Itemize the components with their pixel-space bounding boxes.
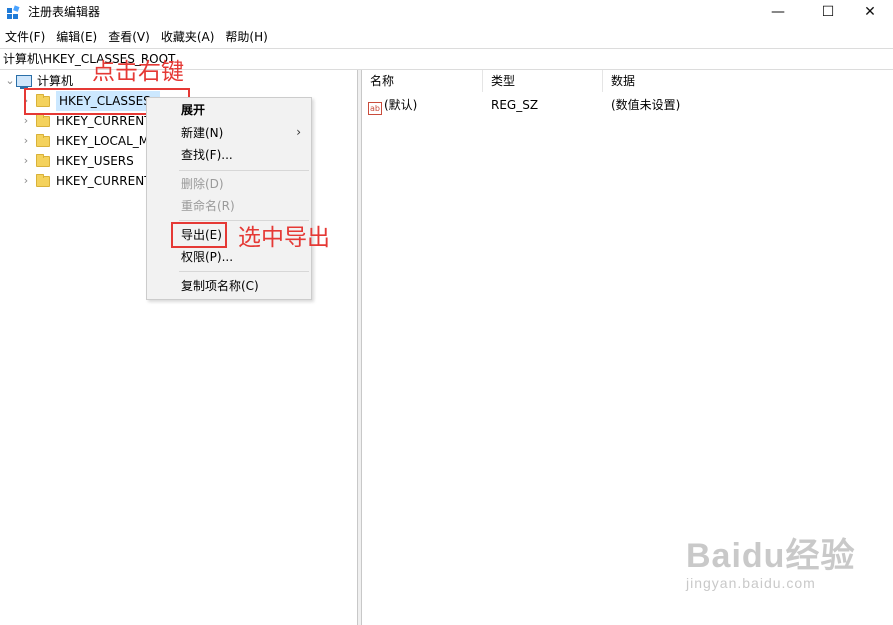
context-menu-new[interactable]: 新建(N) <box>181 125 306 141</box>
baidu-jingyan-watermark: Baidu经验 jingyan.baidu.com <box>686 528 855 591</box>
menu-file[interactable]: 文件(F) <box>0 27 51 47</box>
chevron-down-icon[interactable]: ⌄ <box>4 71 16 91</box>
value-name-cell: ab (默认) <box>362 95 483 115</box>
tree-item-hku[interactable]: › HKEY_USERS <box>20 151 134 171</box>
folder-icon <box>36 113 50 127</box>
annotation-right-click: 点击右键 <box>92 59 184 85</box>
chevron-right-icon[interactable]: › <box>20 131 32 151</box>
close-button[interactable]: ✕ <box>847 0 893 24</box>
minimize-button[interactable]: — <box>755 0 801 24</box>
menu-edit[interactable]: 编辑(E) <box>51 27 103 47</box>
chevron-right-icon[interactable]: › <box>20 171 32 191</box>
watermark-url: jingyan.baidu.com <box>686 575 816 591</box>
context-menu-rename: 重命名(R) <box>181 199 235 213</box>
tree-item-label: HKEY_LOCAL_M <box>56 134 150 148</box>
context-menu-new-label: 新建(N) <box>181 126 224 140</box>
menu-divider <box>179 220 309 221</box>
context-menu-find[interactable]: 查找(F)... <box>181 147 233 163</box>
list-item[interactable]: ab (默认) REG_SZ (数值未设置) <box>362 95 893 115</box>
tree-item-label: HKEY_USERS <box>56 154 134 168</box>
highlight-box-export <box>171 222 227 248</box>
computer-icon <box>16 75 32 89</box>
string-value-icon: ab <box>368 102 382 115</box>
context-menu-permissions[interactable]: 权限(P)... <box>181 249 233 265</box>
title-bar: 注册表编辑器 — ☐ ✕ <box>0 0 893 24</box>
tree-item-hklm[interactable]: › HKEY_LOCAL_M <box>20 131 149 151</box>
context-menu-copy-key-name[interactable]: 复制项名称(C) <box>181 278 259 294</box>
column-header-data[interactable]: 数据 <box>603 70 893 92</box>
folder-icon <box>36 133 50 147</box>
menu-bar: 文件(F) 编辑(E) 查看(V) 收藏夹(A) 帮助(H) <box>0 27 893 47</box>
context-menu: 展开 新建(N) › 查找(F)... 删除(D) 重命名(R) 导出(E) 权… <box>146 97 312 300</box>
chevron-right-icon[interactable]: › <box>20 151 32 171</box>
list-header: 名称 类型 数据 <box>362 70 893 92</box>
window-title: 注册表编辑器 <box>28 5 101 19</box>
submenu-arrow-icon: › <box>296 125 301 139</box>
column-header-type[interactable]: 类型 <box>483 70 603 92</box>
watermark-main-text: Baidu经验 <box>686 537 856 575</box>
value-name: (默认) <box>384 98 418 112</box>
maximize-button[interactable]: ☐ <box>805 0 851 24</box>
value-type: REG_SZ <box>491 98 539 112</box>
value-data: (数值未设置) <box>611 98 681 112</box>
menu-help[interactable]: 帮助(H) <box>220 27 273 47</box>
menu-view[interactable]: 查看(V) <box>103 27 156 47</box>
context-menu-delete: 删除(D) <box>181 177 224 191</box>
annotation-select-export: 选中导出 <box>238 225 330 251</box>
registry-editor-icon <box>7 5 20 19</box>
menu-divider <box>179 170 309 171</box>
menu-favorites[interactable]: 收藏夹(A) <box>156 27 221 47</box>
tree-item-label: HKEY_CURRENT <box>56 174 152 188</box>
column-header-name[interactable]: 名称 <box>362 70 483 92</box>
folder-icon <box>36 153 50 167</box>
folder-icon <box>36 173 50 187</box>
menu-divider <box>179 271 309 272</box>
context-menu-expand[interactable]: 展开 <box>181 102 205 118</box>
tree-item-hkcc[interactable]: › HKEY_CURRENT <box>20 171 152 191</box>
